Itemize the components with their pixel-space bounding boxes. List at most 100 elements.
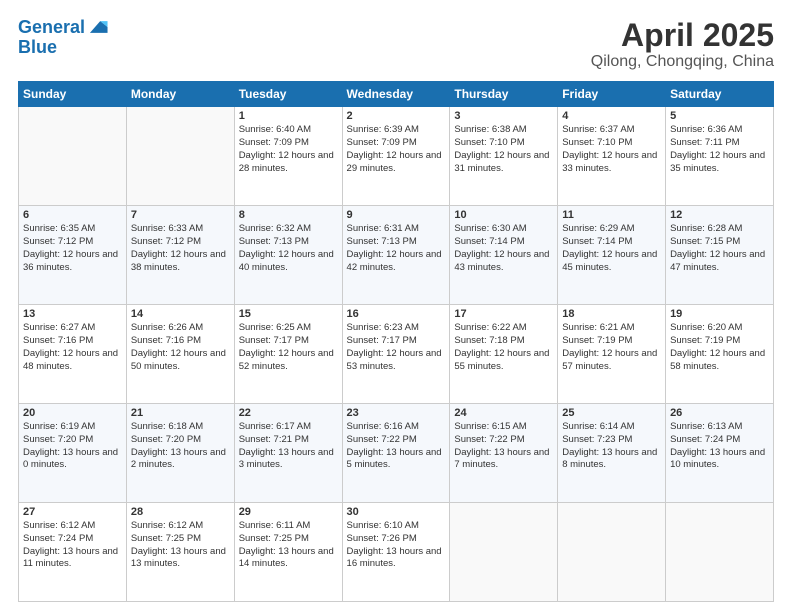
day-info: Sunrise: 6:30 AMSunset: 7:14 PMDaylight:… [454, 223, 553, 274]
table-row: 9 Sunrise: 6:31 AMSunset: 7:13 PMDaylight… [342, 206, 450, 305]
table-row: 22Sunrise: 6:17 AMSunset: 7:21 PMDayligh… [234, 404, 342, 503]
table-row: 12Sunrise: 6:28 AMSunset: 7:15 PMDayligh… [666, 206, 774, 305]
day-number: 21 [131, 407, 230, 419]
table-row: 4 Sunrise: 6:37 AMSunset: 7:10 PMDaylight… [558, 107, 666, 206]
table-row: 3 Sunrise: 6:38 AMSunset: 7:10 PMDaylight… [450, 107, 558, 206]
week-row-5: 27 Sunrise: 6:12 AMSunset: 7:24 PMDayligh… [19, 503, 774, 602]
day-number: 12 [670, 209, 769, 221]
week-row-3: 13 Sunrise: 6:27 AMSunset: 7:16 PMDayligh… [19, 305, 774, 404]
day-info: Sunrise: 6:27 AMSunset: 7:16 PMDaylight:… [23, 322, 122, 373]
col-thursday: Thursday [450, 82, 558, 107]
logo: General Blue [18, 18, 109, 56]
calendar-header-row: Sunday Monday Tuesday Wednesday Thursday… [19, 82, 774, 107]
day-number: 7 [131, 209, 230, 221]
calendar-title: April 2025 [591, 18, 774, 53]
table-row: 26Sunrise: 6:13 AMSunset: 7:24 PMDayligh… [666, 404, 774, 503]
day-info: Sunrise: 6:17 AMSunset: 7:21 PMDaylight:… [239, 421, 338, 472]
table-row [450, 503, 558, 602]
day-number: 17 [454, 308, 553, 320]
table-row: 29 Sunrise: 6:11 AMSunset: 7:25 PMDayligh… [234, 503, 342, 602]
table-row: 21Sunrise: 6:18 AMSunset: 7:20 PMDayligh… [126, 404, 234, 503]
week-row-1: 1Sunrise: 6:40 AMSunset: 7:09 PMDaylight… [19, 107, 774, 206]
day-info: Sunrise: 6:25 AMSunset: 7:17 PMDaylight:… [239, 322, 338, 373]
day-info: Sunrise: 6:36 AMSunset: 7:11 PMDaylight:… [670, 124, 769, 175]
day-number: 25 [562, 407, 661, 419]
day-info: Sunrise: 6:23 AMSunset: 7:17 PMDaylight:… [347, 322, 446, 373]
logo-icon [87, 16, 109, 38]
day-number: 4 [562, 110, 661, 122]
day-number: 9 [347, 209, 446, 221]
day-number: 8 [239, 209, 338, 221]
day-info: Sunrise: 6:31 AMSunset: 7:13 PMDaylight:… [347, 223, 446, 274]
day-number: 16 [347, 308, 446, 320]
table-row [666, 503, 774, 602]
header: General Blue April 2025 Qilong, Chongqin… [18, 18, 774, 71]
day-info: Sunrise: 6:29 AMSunset: 7:14 PMDaylight:… [562, 223, 661, 274]
calendar-subtitle: Qilong, Chongqing, China [591, 53, 774, 71]
table-row: 8 Sunrise: 6:32 AMSunset: 7:13 PMDaylight… [234, 206, 342, 305]
day-info: Sunrise: 6:12 AMSunset: 7:25 PMDaylight:… [131, 520, 230, 571]
table-row: 11 Sunrise: 6:29 AMSunset: 7:14 PMDayligh… [558, 206, 666, 305]
day-info: Sunrise: 6:38 AMSunset: 7:10 PMDaylight:… [454, 124, 553, 175]
day-info: Sunrise: 6:10 AMSunset: 7:26 PMDaylight:… [347, 520, 446, 571]
col-sunday: Sunday [19, 82, 127, 107]
table-row: 23 Sunrise: 6:16 AMSunset: 7:22 PMDayligh… [342, 404, 450, 503]
table-row: 5 Sunrise: 6:36 AMSunset: 7:11 PMDaylight… [666, 107, 774, 206]
page: General Blue April 2025 Qilong, Chongqin… [0, 0, 792, 612]
day-info: Sunrise: 6:19 AMSunset: 7:20 PMDaylight:… [23, 421, 122, 472]
table-row [19, 107, 127, 206]
day-number: 18 [562, 308, 661, 320]
table-row: 18 Sunrise: 6:21 AMSunset: 7:19 PMDayligh… [558, 305, 666, 404]
day-number: 15 [239, 308, 338, 320]
day-info: Sunrise: 6:21 AMSunset: 7:19 PMDaylight:… [562, 322, 661, 373]
title-block: April 2025 Qilong, Chongqing, China [591, 18, 774, 71]
day-number: 5 [670, 110, 769, 122]
day-number: 24 [454, 407, 553, 419]
logo-text: General [18, 18, 85, 38]
day-number: 29 [239, 506, 338, 518]
table-row: 6Sunrise: 6:35 AMSunset: 7:12 PMDaylight… [19, 206, 127, 305]
table-row: 24 Sunrise: 6:15 AMSunset: 7:22 PMDayligh… [450, 404, 558, 503]
day-info: Sunrise: 6:15 AMSunset: 7:22 PMDaylight:… [454, 421, 553, 472]
day-info: Sunrise: 6:33 AMSunset: 7:12 PMDaylight:… [131, 223, 230, 274]
col-saturday: Saturday [666, 82, 774, 107]
day-info: Sunrise: 6:22 AMSunset: 7:18 PMDaylight:… [454, 322, 553, 373]
day-info: Sunrise: 6:14 AMSunset: 7:23 PMDaylight:… [562, 421, 661, 472]
col-wednesday: Wednesday [342, 82, 450, 107]
day-info: Sunrise: 6:11 AMSunset: 7:25 PMDaylight:… [239, 520, 338, 571]
table-row: 2 Sunrise: 6:39 AMSunset: 7:09 PMDaylight… [342, 107, 450, 206]
table-row: 16 Sunrise: 6:23 AMSunset: 7:17 PMDayligh… [342, 305, 450, 404]
logo-blue: Blue [18, 38, 109, 56]
table-row: 30Sunrise: 6:10 AMSunset: 7:26 PMDayligh… [342, 503, 450, 602]
day-info: Sunrise: 6:16 AMSunset: 7:22 PMDaylight:… [347, 421, 446, 472]
table-row: 10Sunrise: 6:30 AMSunset: 7:14 PMDayligh… [450, 206, 558, 305]
day-info: Sunrise: 6:20 AMSunset: 7:19 PMDaylight:… [670, 322, 769, 373]
day-number: 23 [347, 407, 446, 419]
day-number: 20 [23, 407, 122, 419]
table-row: 15 Sunrise: 6:25 AMSunset: 7:17 PMDayligh… [234, 305, 342, 404]
day-number: 13 [23, 308, 122, 320]
day-info: Sunrise: 6:39 AMSunset: 7:09 PMDaylight:… [347, 124, 446, 175]
day-number: 3 [454, 110, 553, 122]
day-number: 11 [562, 209, 661, 221]
col-tuesday: Tuesday [234, 82, 342, 107]
table-row: 25 Sunrise: 6:14 AMSunset: 7:23 PMDayligh… [558, 404, 666, 503]
day-info: Sunrise: 6:37 AMSunset: 7:10 PMDaylight:… [562, 124, 661, 175]
day-info: Sunrise: 6:32 AMSunset: 7:13 PMDaylight:… [239, 223, 338, 274]
calendar-table: Sunday Monday Tuesday Wednesday Thursday… [18, 81, 774, 602]
day-info: Sunrise: 6:35 AMSunset: 7:12 PMDaylight:… [23, 223, 122, 274]
table-row: 19 Sunrise: 6:20 AMSunset: 7:19 PMDayligh… [666, 305, 774, 404]
day-info: Sunrise: 6:40 AMSunset: 7:09 PMDaylight:… [239, 124, 338, 175]
day-number: 19 [670, 308, 769, 320]
table-row: 20 Sunrise: 6:19 AMSunset: 7:20 PMDayligh… [19, 404, 127, 503]
table-row: 7 Sunrise: 6:33 AMSunset: 7:12 PMDaylight… [126, 206, 234, 305]
day-number: 28 [131, 506, 230, 518]
day-number: 2 [347, 110, 446, 122]
day-number: 26 [670, 407, 769, 419]
day-number: 27 [23, 506, 122, 518]
table-row: 14Sunrise: 6:26 AMSunset: 7:16 PMDayligh… [126, 305, 234, 404]
day-info: Sunrise: 6:12 AMSunset: 7:24 PMDaylight:… [23, 520, 122, 571]
table-row [126, 107, 234, 206]
week-row-4: 20 Sunrise: 6:19 AMSunset: 7:20 PMDayligh… [19, 404, 774, 503]
table-row: 13 Sunrise: 6:27 AMSunset: 7:16 PMDayligh… [19, 305, 127, 404]
